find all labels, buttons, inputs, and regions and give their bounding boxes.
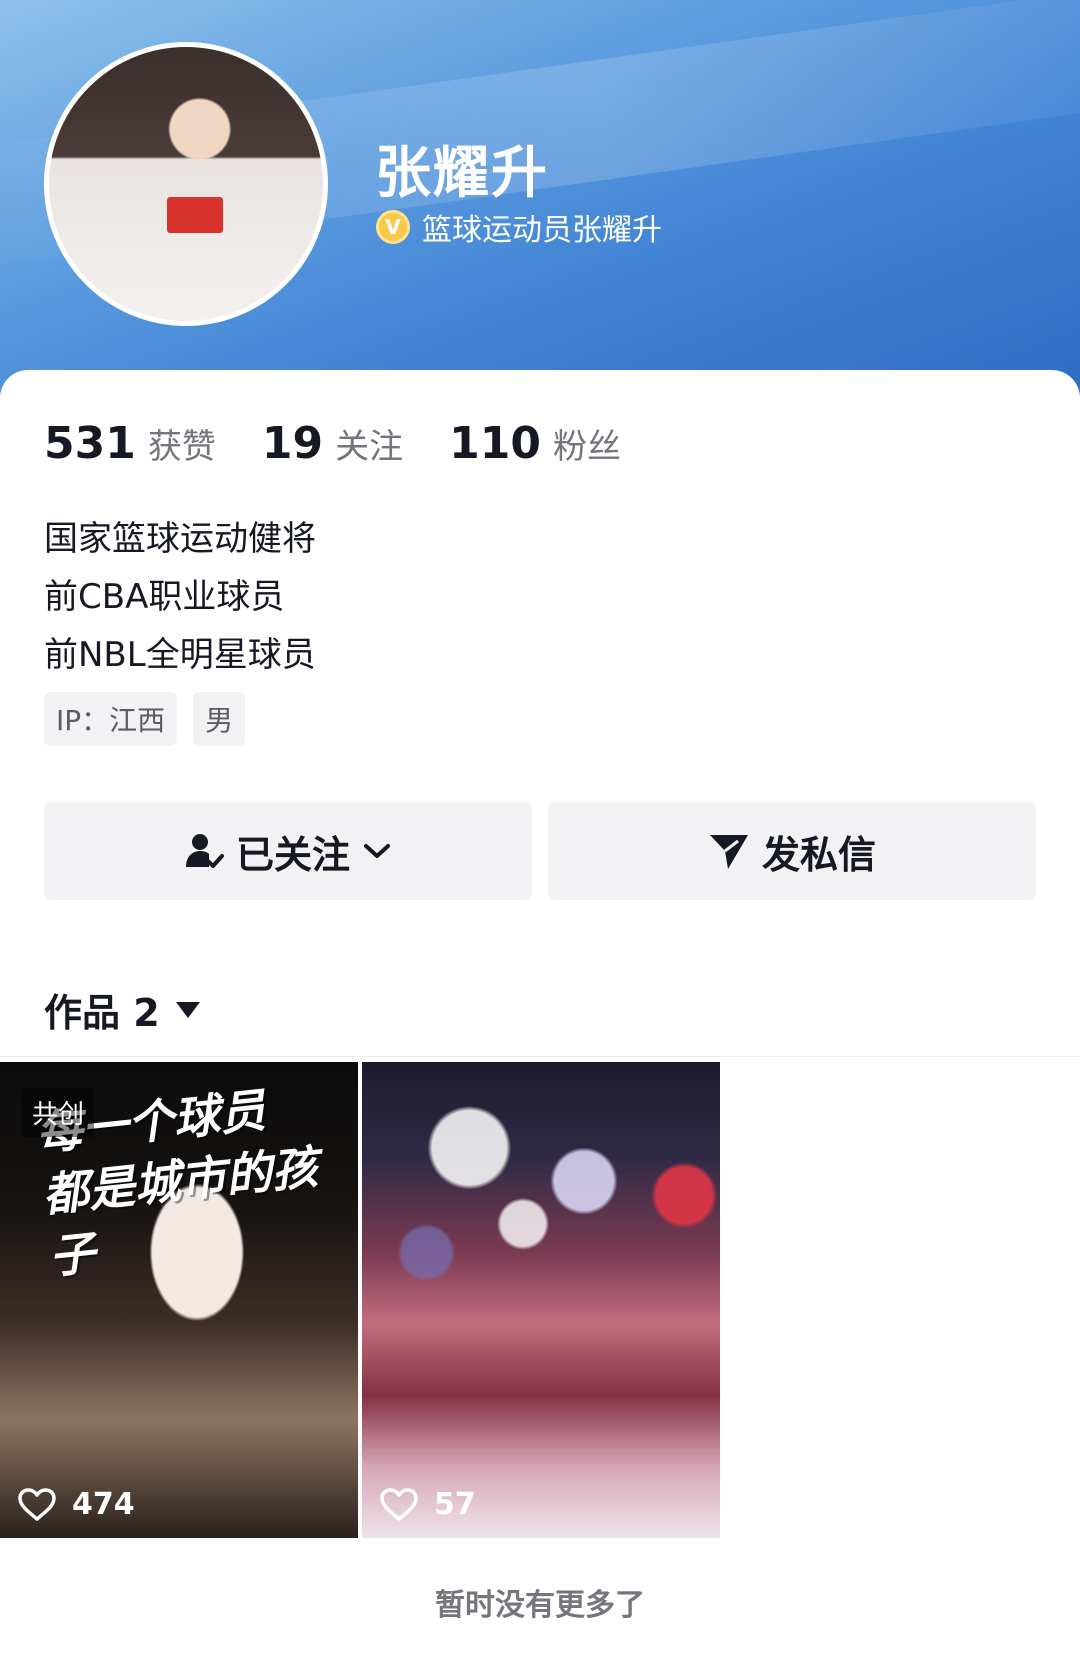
like-count: 474: [18, 1487, 135, 1522]
avatar-shirt-logo: [167, 197, 223, 233]
stat-followers-label: 粉丝: [552, 427, 621, 467]
no-more-content-text: 暂时没有更多了: [435, 1588, 645, 1623]
stat-followers-count: 110: [449, 418, 541, 469]
stat-likes-count: 531: [44, 418, 136, 469]
stat-following-count: 19: [261, 418, 324, 469]
like-count-value: 57: [434, 1487, 476, 1522]
ip-location-tag: IP：江西: [44, 692, 178, 746]
profile-card: 531 获赞 19 关注 110 粉丝 国家篮球运动健将 前CBA职业球员 前N…: [0, 370, 1080, 1660]
like-count-value: 474: [72, 1487, 135, 1522]
user-check-icon: [185, 834, 224, 868]
stat-following-label: 关注: [335, 427, 404, 467]
stats-row: 531 获赞 19 关注 110 粉丝: [44, 418, 667, 469]
caret-down-icon: [175, 1001, 200, 1018]
following-button-label: 已关注: [235, 832, 350, 877]
video-thumbnail[interactable]: 57: [362, 1062, 720, 1538]
send-message-label: 发私信: [761, 832, 876, 877]
stat-followers[interactable]: 110 粉丝: [449, 418, 621, 469]
stat-likes-label: 获赞: [147, 427, 216, 467]
avatar[interactable]: [44, 42, 328, 326]
verification-row: V 篮球运动员张耀升: [376, 205, 662, 249]
action-buttons: 已关注 发私信: [44, 802, 1036, 900]
gender-tag: 男: [193, 692, 246, 746]
heart-icon: [380, 1487, 418, 1521]
profile-name: 张耀升: [375, 141, 549, 206]
bio-line: 前NBL全明星球员: [44, 635, 316, 675]
profile-tags: IP：江西 男: [44, 692, 261, 746]
stat-following[interactable]: 19 关注: [262, 418, 403, 469]
chevron-down-icon: [364, 844, 390, 858]
heart-icon: [18, 1487, 56, 1521]
send-icon: [709, 835, 748, 869]
stat-likes[interactable]: 531 获赞: [44, 418, 216, 469]
profile-header: 张耀升 V 篮球运动员张耀升: [0, 0, 1080, 400]
verification-text: 篮球运动员张耀升: [422, 213, 662, 248]
video-thumbnail[interactable]: 每一个球员 都是城市的孩子 共创 474: [0, 1062, 358, 1538]
verified-badge-icon: V: [376, 210, 410, 244]
divider: [0, 1056, 1080, 1057]
bio-line: 前CBA职业球员: [44, 577, 285, 617]
works-tab[interactable]: 作品 2: [44, 982, 200, 1037]
send-message-button[interactable]: 发私信: [548, 802, 1036, 900]
bio-line: 国家篮球运动健将: [44, 519, 316, 559]
co-creation-badge: 共创: [22, 1088, 95, 1137]
profile-bio: 国家篮球运动健将 前CBA职业球员 前NBL全明星球员: [44, 510, 316, 684]
following-button[interactable]: 已关注: [44, 802, 532, 900]
like-count: 57: [380, 1487, 476, 1522]
works-title: 作品 2: [44, 991, 160, 1035]
works-grid: 每一个球员 都是城市的孩子 共创 474 57: [0, 1062, 724, 1538]
